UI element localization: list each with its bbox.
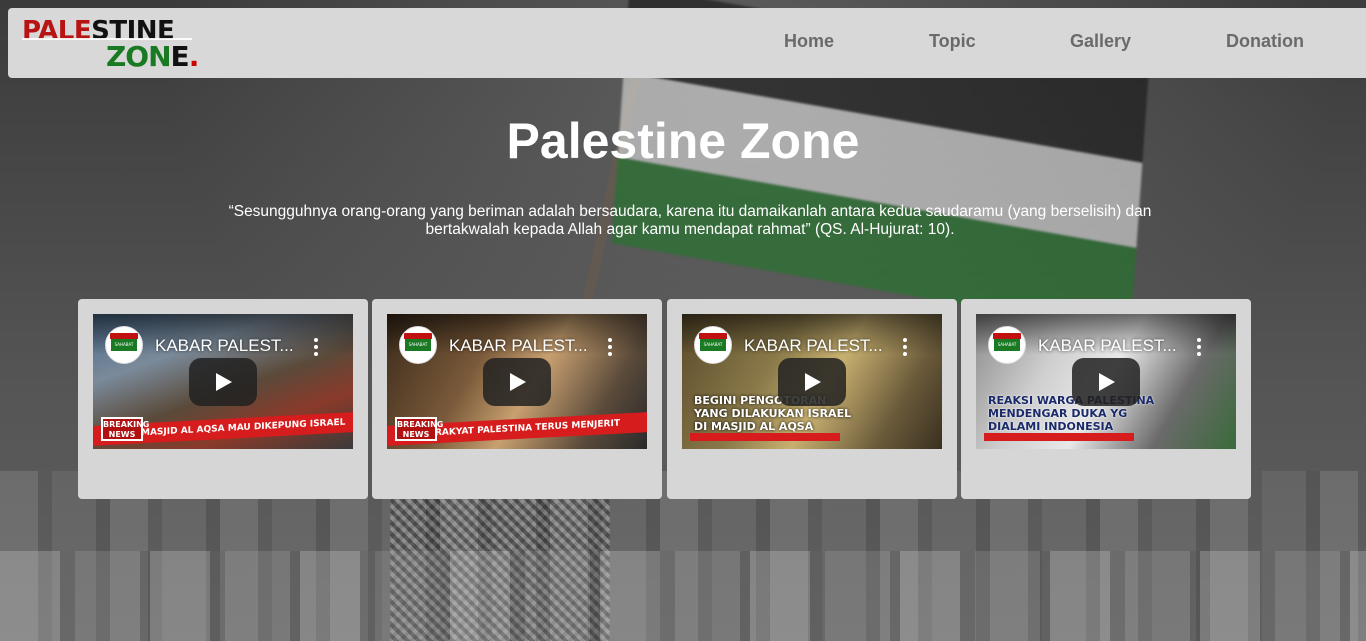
channel-avatar[interactable]: SAHABAT PALESTINA <box>399 326 437 364</box>
video-embed[interactable]: MASJID AL AQSA MAU DIKEPUNG ISRAEL BREAK… <box>93 314 353 449</box>
site-logo[interactable]: PALESTINE ZONE. <box>22 16 202 72</box>
video-card: BEGINI PENGOTORAN YANG DILAKUKAN ISRAEL … <box>667 299 957 499</box>
video-embed[interactable]: REAKSI WARGA PALESTINA MENDENGAR DUKA YG… <box>976 314 1236 449</box>
avatar-text: SAHABAT PALESTINA <box>994 339 1020 351</box>
nav-link-home[interactable]: Home <box>784 31 834 52</box>
more-vert-icon[interactable] <box>902 338 908 356</box>
video-banner-strip <box>984 433 1134 441</box>
avatar-text: SAHABAT PALESTINA <box>700 339 726 351</box>
page-title: Palestine Zone <box>506 113 860 169</box>
hero-quote: “Sesungguhnya orang-orang yang beriman a… <box>228 203 1152 238</box>
nav-link-donation[interactable]: Donation <box>1226 31 1304 52</box>
logo-bottom-text: ZONE. <box>106 40 200 73</box>
channel-avatar[interactable]: SAHABAT PALESTINA <box>988 326 1026 364</box>
play-icon[interactable] <box>189 358 257 406</box>
video-banner-strip <box>690 433 840 441</box>
more-vert-icon[interactable] <box>607 338 613 356</box>
video-embed[interactable]: RAKYAT PALESTINA TERUS MENJERIT BREAKING… <box>387 314 647 449</box>
more-vert-icon[interactable] <box>1196 338 1202 356</box>
play-icon[interactable] <box>778 358 846 406</box>
avatar-text: SAHABAT PALESTINA <box>405 339 431 351</box>
more-vert-icon[interactable] <box>313 338 319 356</box>
channel-avatar[interactable]: SAHABAT PALESTINA <box>105 326 143 364</box>
avatar-text: SAHABAT PALESTINA <box>111 339 137 351</box>
play-icon[interactable] <box>1072 358 1140 406</box>
nav-link-topic[interactable]: Topic <box>929 31 976 52</box>
navbar: PALESTINE ZONE. Home Topic Gallery Donat… <box>8 8 1366 78</box>
video-title[interactable]: KABAR PALEST... <box>744 336 894 356</box>
video-card: REAKSI WARGA PALESTINA MENDENGAR DUKA YG… <box>961 299 1251 499</box>
logo-dot: . <box>188 40 200 73</box>
video-card: RAKYAT PALESTINA TERUS MENJERIT BREAKING… <box>372 299 662 499</box>
video-cards: MASJID AL AQSA MAU DIKEPUNG ISRAEL BREAK… <box>78 299 1258 499</box>
video-title[interactable]: KABAR PALEST... <box>1038 336 1188 356</box>
video-card: MASJID AL AQSA MAU DIKEPUNG ISRAEL BREAK… <box>78 299 368 499</box>
video-embed[interactable]: BEGINI PENGOTORAN YANG DILAKUKAN ISRAEL … <box>682 314 942 449</box>
logo-green-text: ZON <box>106 40 172 73</box>
logo-black-letter: E <box>170 40 190 73</box>
breaking-news-badge: BREAKING NEWS <box>101 417 149 441</box>
play-icon[interactable] <box>483 358 551 406</box>
logo-red-text: PALE <box>22 16 92 46</box>
city-foreground-image <box>0 551 1366 641</box>
video-title[interactable]: KABAR PALEST... <box>449 336 599 356</box>
nav-link-gallery[interactable]: Gallery <box>1070 31 1131 52</box>
channel-avatar[interactable]: SAHABAT PALESTINA <box>694 326 732 364</box>
breaking-news-badge: BREAKING NEWS <box>395 417 443 441</box>
video-title[interactable]: KABAR PALEST... <box>155 336 305 356</box>
